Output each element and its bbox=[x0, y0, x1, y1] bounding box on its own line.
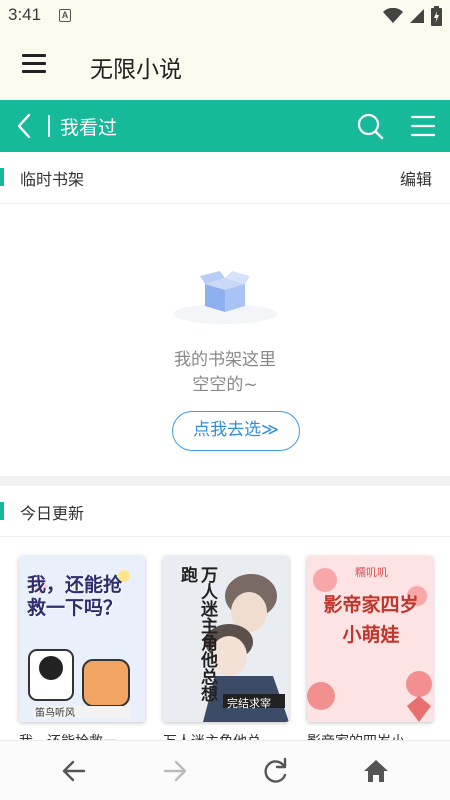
book-cover[interactable]: 万人迷主角他总想跑 完结求宰 bbox=[163, 556, 289, 722]
page-title: 我看过 bbox=[60, 117, 118, 139]
app-title: 无限小说 bbox=[90, 57, 182, 83]
book-cover[interactable]: 我，还能抢救一下吗？ 笛鸟听风 bbox=[19, 556, 145, 722]
divider bbox=[0, 203, 450, 204]
cover-subtext: 糯叽叽 bbox=[355, 566, 388, 579]
cover-badge: 完结求宰 bbox=[227, 697, 271, 710]
battery-icon bbox=[431, 6, 442, 26]
divider bbox=[0, 536, 450, 537]
search-icon[interactable] bbox=[356, 112, 384, 140]
wifi-icon bbox=[383, 8, 403, 23]
list-icon[interactable] bbox=[410, 113, 436, 139]
today-updates-header: 今日更新 bbox=[0, 486, 450, 536]
signal-icon bbox=[410, 9, 424, 23]
cover-title: 影帝家四岁小萌娃 bbox=[323, 594, 419, 646]
section-accent bbox=[0, 502, 4, 520]
status-bar: 3:41 A bbox=[0, 0, 450, 32]
a-icon: A bbox=[59, 9, 71, 22]
system-icons bbox=[383, 5, 442, 27]
empty-line-2: 空空的~ bbox=[192, 375, 258, 395]
chevron-left-icon[interactable] bbox=[12, 112, 38, 140]
app-bar: 无限小说 bbox=[0, 32, 450, 100]
bottom-nav-bar bbox=[0, 740, 450, 800]
cover-title: 万人迷主角他总想跑 bbox=[177, 566, 217, 702]
empty-box-icon bbox=[173, 271, 277, 324]
section-spacer bbox=[0, 476, 450, 486]
top-nav: 我看过 bbox=[0, 100, 450, 152]
cover-author: 笛鸟听风 bbox=[35, 708, 75, 719]
empty-shelf-message: 我的书架这里 空空的~ bbox=[0, 348, 450, 398]
refresh-icon[interactable] bbox=[262, 757, 290, 785]
status-time: 3:41 bbox=[8, 5, 42, 24]
back-arrow-icon[interactable] bbox=[60, 757, 88, 785]
go-select-button[interactable]: 点我去选≫ bbox=[172, 411, 300, 451]
home-icon[interactable] bbox=[362, 757, 390, 785]
forward-arrow-icon[interactable] bbox=[161, 757, 189, 785]
section-accent bbox=[0, 168, 4, 186]
hamburger-menu-icon[interactable] bbox=[22, 54, 48, 76]
temp-shelf-header: 临时书架 编辑 bbox=[0, 152, 450, 202]
book-cover[interactable]: 影帝家四岁小萌娃 糯叽叽 bbox=[307, 556, 433, 722]
cover-title: 我，还能抢救一下吗？ bbox=[27, 574, 123, 619]
empty-line-1: 我的书架这里 bbox=[174, 350, 276, 370]
header-divider bbox=[48, 115, 50, 137]
edit-button[interactable]: 编辑 bbox=[400, 166, 432, 190]
today-updates-title: 今日更新 bbox=[20, 504, 85, 523]
temp-shelf-title: 临时书架 bbox=[20, 170, 85, 189]
